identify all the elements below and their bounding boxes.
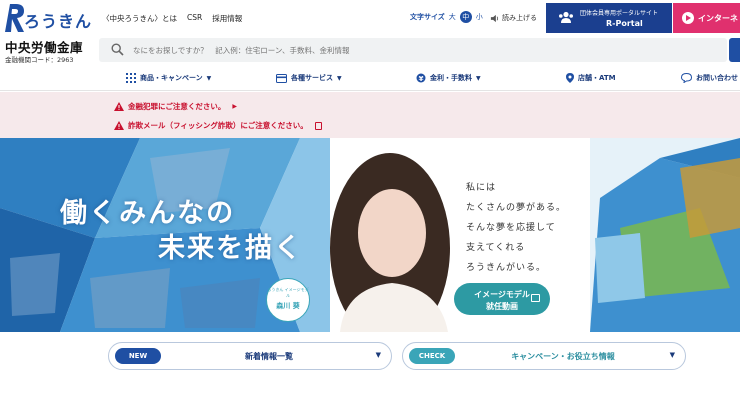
nav-contact-label: お問い合わせ [696,74,738,82]
rportal-caption: 団体会員専用ポータルサイト [580,10,659,17]
nav-services-label: 各種サービス [291,74,333,82]
pin-icon [566,73,574,83]
nav-contact[interactable]: お問い合わせ [681,73,738,83]
image-model-badge: ろうきん イメージモデル 森川 葵 [266,278,310,322]
new-tag: NEW [115,348,161,364]
nav-rates[interactable]: ¥ 金利・手数料 ▼ [416,73,481,83]
group-icon [559,11,573,23]
nav-stores[interactable]: 店舗・ATM [566,73,616,83]
card-icon [276,73,287,83]
alert-banner: 金融犯罪にご注意ください。 ▶ 詐欺メール（フィッシング詐欺）にご注意ください。 [0,92,740,138]
alert-financial-crime[interactable]: 金融犯罪にご注意ください。 ▶ [114,101,237,112]
netbank-button[interactable]: インターネ [673,3,740,33]
csr-link[interactable]: CSR [187,13,202,24]
netbank-label: インターネ [698,14,738,23]
hero-copy: 私には たくさんの夢がある。 そんな夢を応援して 支えてくれる ろうきんがいる。 [466,178,566,278]
pdf-icon [314,121,322,130]
hero-copy-line: 私には [466,183,497,193]
font-size-medium[interactable]: 中 [459,11,472,23]
font-size-label: 文字サイズ [410,13,445,21]
chevron-down-icon: ▼ [669,351,675,359]
hero-copy-line: 支えてくれる [466,243,526,253]
alert-phishing-label: 詐欺メール（フィッシング詐欺）にご注意ください。 [128,121,308,130]
arrow-right-icon: ▶ [232,103,237,110]
brand-kana: ろうきん [24,12,93,31]
hero-copy-line: ろうきんがいる。 [466,263,547,273]
info-bar: NEW 新着情報一覧 ▼ CHECK キャンペーン・お役立ち情報 ▼ [0,332,740,416]
nav-rates-label: 金利・手数料 [430,74,472,82]
about-link[interactable]: 〈中央ろうきん〉とは [102,13,177,24]
hero-tagline-line1: 働くみんなの [60,198,236,229]
movie-button-line2: 就任動画 [486,302,518,311]
nav-stores-label: 店舗・ATM [578,74,616,82]
read-aloud-label: 読み上げる [502,14,537,22]
rportal-label: R-Portal [606,19,643,28]
model-movie-button[interactable]: イメージモデル 就任動画 [454,283,550,315]
hero-copy-line: そんな夢を応援して [466,223,556,233]
speaker-icon [490,14,499,22]
nav-products[interactable]: 商品・キャンペーン ▼ [126,73,211,83]
warning-icon [114,102,124,111]
hero-copy-line: たくさんの夢がある。 [466,203,567,213]
badge-name: 森川 葵 [276,302,300,310]
search-icon [111,43,124,56]
alert-financial-crime-label: 金融犯罪にご注意ください。 [128,102,226,111]
yen-icon: ¥ [416,73,426,83]
utility-links: 〈中央ろうきん〉とは CSR 採用情報 [102,13,242,24]
chat-icon [681,73,692,83]
font-size-large[interactable]: 大 [449,12,456,22]
chevron-down-icon: ▼ [476,74,481,82]
badge-caption: ろうきん イメージモデル [267,287,309,298]
global-nav: 商品・キャンペーン ▼ 各種サービス ▼ ¥ 金利・手数料 ▼ 店舗・ATM お… [0,66,740,91]
read-aloud-button[interactable]: 読み上げる [490,13,537,23]
bank-code: 金融機関コード：2963 [5,56,74,64]
news-list-dropdown[interactable]: NEW 新着情報一覧 ▼ [108,342,392,370]
play-arrow-icon [682,12,694,24]
campaign-label: キャンペーン・お役立ち情報 [511,352,615,361]
alert-phishing[interactable]: 詐欺メール（フィッシング詐欺）にご注意ください。 [114,120,322,131]
search-bar [99,38,727,62]
campaign-dropdown[interactable]: CHECK キャンペーン・お役立ち情報 ▼ [402,342,686,370]
font-size-small[interactable]: 小 [476,12,483,22]
site-header: ろうきん 中央労働金庫 金融機関コード：2963 〈中央ろうきん〉とは CSR … [0,0,740,66]
chevron-down-icon: ▼ [337,74,342,82]
warning-icon [114,121,124,130]
hero-banner[interactable]: 働くみんなの 未来を描く 私には たくさんの夢がある。 そんな夢を応援して 支え… [0,138,740,332]
grid-icon [126,73,136,83]
nav-services[interactable]: 各種サービス ▼ [276,73,342,83]
recruit-link[interactable]: 採用情報 [212,13,242,24]
search-submit-button[interactable] [729,38,740,62]
chevron-down-icon: ▼ [375,351,381,359]
rportal-button[interactable]: 団体会員専用ポータルサイト R-Portal [546,3,672,33]
hero-tagline-line2: 未来を描く [158,233,303,265]
chevron-down-icon: ▼ [206,74,212,82]
hero-tagline: 働くみんなの 未来を描く [60,196,303,266]
news-list-label: 新着情報一覧 [245,352,293,361]
font-size-control: 文字サイズ 大 中 小 [410,11,483,23]
rokin-logo[interactable]: ろうきん 中央労働金庫 金融機関コード：2963 [2,2,98,64]
check-tag: CHECK [409,348,455,364]
nav-products-label: 商品・キャンペーン [140,74,203,82]
movie-icon [531,294,540,302]
svg-text:¥: ¥ [419,75,424,83]
search-input[interactable] [133,41,693,59]
